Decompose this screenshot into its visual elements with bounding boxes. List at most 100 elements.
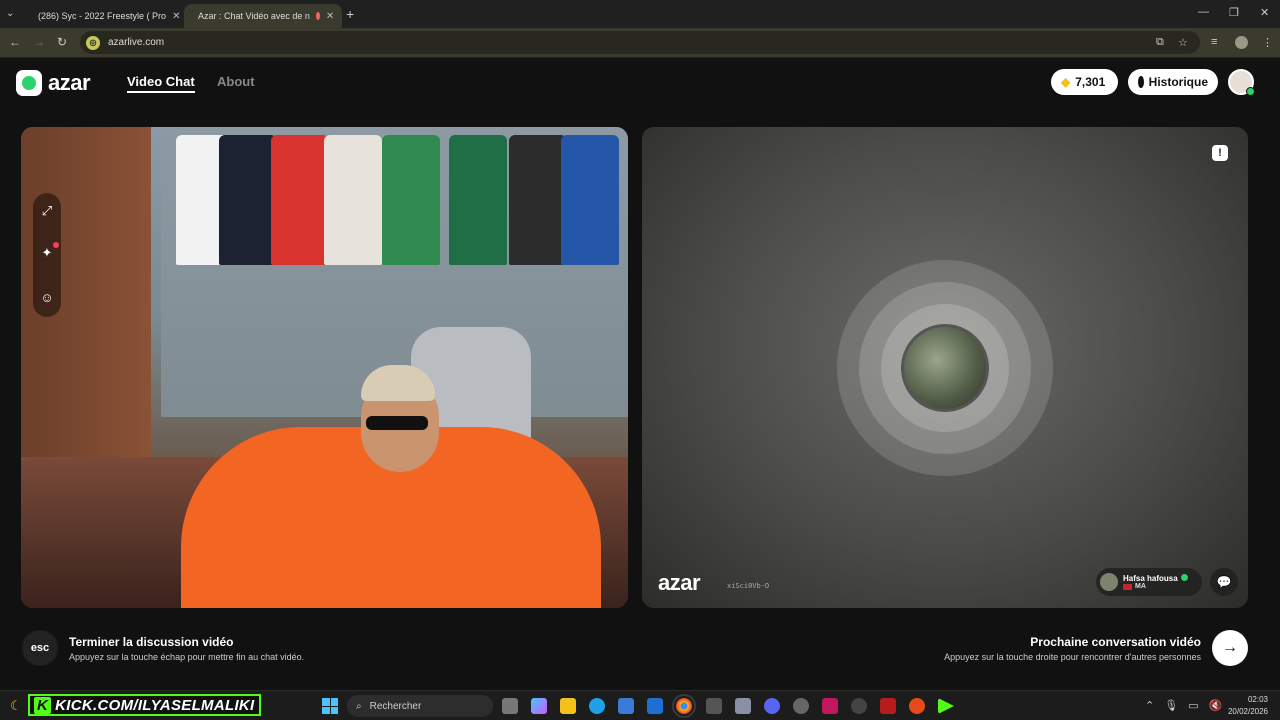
task-view-icon[interactable]	[502, 698, 518, 714]
mail-icon[interactable]	[647, 698, 663, 714]
kick-logo-icon: K	[34, 696, 52, 714]
system-tray: ⌃ 🎙 ▭ 🔇	[1145, 699, 1222, 712]
face-filter-icon[interactable]: ☺	[39, 289, 55, 305]
peer-name: Hafsa hafousa	[1123, 574, 1178, 583]
history-button[interactable]: Historique	[1128, 69, 1218, 95]
local-video-panel	[21, 127, 628, 608]
edge-icon[interactable]	[589, 698, 605, 714]
discord-icon[interactable]	[764, 698, 780, 714]
remote-azar-watermark: azar	[658, 570, 701, 595]
gems-count: 7,301	[1075, 75, 1106, 89]
reload-icon[interactable]: ↻	[57, 35, 67, 49]
profile-avatar-icon[interactable]	[1235, 36, 1248, 49]
url-field[interactable]: ◎ azarlive.com	[80, 31, 1200, 54]
microphone-icon[interactable]: 🎙	[1164, 699, 1178, 712]
clock-date: 20/02/2026	[1227, 707, 1268, 716]
report-shield-icon[interactable]: !	[1212, 145, 1228, 161]
nav-about[interactable]: About	[217, 74, 255, 89]
end-chat-title: Terminer la discussion vidéo	[69, 635, 234, 649]
app-a-icon[interactable]	[822, 698, 838, 714]
site-info-icon[interactable]: ◎	[86, 35, 100, 50]
minimize-icon[interactable]: —	[1198, 6, 1209, 18]
chat-bubble-button[interactable]: 💬	[1210, 568, 1238, 596]
notification-dot	[53, 242, 59, 248]
browser-tab-youtube[interactable]: (286) Syc - 2022 Freestyle ( Pro ✕	[24, 4, 184, 28]
game-controller-icon[interactable]	[735, 698, 751, 714]
store-icon[interactable]	[618, 698, 634, 714]
azar-logo-icon	[16, 70, 42, 96]
recording-icon	[315, 12, 320, 20]
jersey-shape	[449, 135, 507, 265]
jersey-shape	[561, 135, 619, 265]
chat-bubble-icon: 💬	[1216, 575, 1232, 589]
ea-icon[interactable]	[909, 698, 925, 714]
jersey-shape	[509, 135, 567, 265]
next-chat-button[interactable]: →	[1212, 630, 1248, 666]
url-text: azarlive.com	[108, 37, 165, 48]
clock-time: 02:03	[1247, 695, 1268, 704]
next-chat-subtitle: Appuyez sur la touche droite pour rencon…	[944, 652, 1201, 662]
taskbar-search-placeholder: Rechercher	[369, 700, 422, 712]
video-sunglasses-shape	[366, 416, 428, 430]
copilot-icon[interactable]	[531, 698, 547, 714]
browser-tab-bar: ⌄ (286) Syc - 2022 Freestyle ( Pro ✕ Aza…	[0, 0, 1280, 28]
bookmark-star-icon[interactable]: ☆	[1178, 36, 1188, 49]
display-icon[interactable]: ▭	[1188, 699, 1198, 712]
kick-overlay-banner: K KICK.COM/ILYASELMALIKI	[28, 694, 261, 716]
gem-icon: ◆	[1061, 75, 1071, 89]
kick-overlay-text: KICK.COM/ILYASELMALIKI	[55, 696, 255, 714]
cast-icon[interactable]: ⧉	[1156, 36, 1164, 49]
next-chat-title: Prochaine conversation vidéo	[1030, 635, 1201, 649]
video-app-icon[interactable]	[880, 698, 896, 714]
steam-icon[interactable]	[793, 698, 809, 714]
kick-app-icon[interactable]	[938, 698, 954, 714]
snipping-tool-icon[interactable]	[706, 698, 722, 714]
chrome-icon[interactable]	[672, 694, 696, 718]
jersey-shape	[324, 135, 382, 265]
nav-video-chat[interactable]: Video Chat	[127, 74, 195, 93]
taskbar-clock[interactable]: 02:03 20/02/2026	[1222, 694, 1268, 718]
menu-dots-icon[interactable]: ⋮	[1262, 36, 1273, 49]
volume-muted-icon[interactable]: 🔇	[1209, 699, 1223, 712]
jersey-shape	[382, 135, 440, 265]
jersey-shape	[271, 135, 329, 265]
end-chat-esc-button[interactable]: esc	[22, 630, 58, 666]
session-code: xiSci0Vb-O	[727, 582, 770, 590]
country-flag-icon	[1123, 583, 1132, 590]
close-tab-icon[interactable]: ✕	[326, 11, 334, 22]
end-chat-subtitle: Appuyez sur la touche échap pour mettre …	[69, 652, 305, 662]
close-tab-icon[interactable]: ✕	[172, 11, 180, 22]
clock-icon	[1138, 76, 1144, 88]
back-arrow-icon[interactable]: ←	[9, 35, 21, 49]
close-window-icon[interactable]: ✕	[1260, 6, 1269, 19]
search-icon: ⌕	[356, 700, 362, 712]
remote-video-panel: ! azar xiSci0Vb-O Hafsa hafousa MA 💬	[642, 127, 1248, 608]
verified-badge-icon	[1180, 574, 1188, 581]
arrow-right-icon: →	[1222, 639, 1238, 656]
magic-wand-icon[interactable]: ✦	[39, 245, 55, 261]
tray-chevron-icon[interactable]: ⌃	[1145, 699, 1154, 712]
tab-search-chevron-icon[interactable]: ⌄	[6, 8, 14, 19]
logo-text: azar	[48, 70, 91, 95]
online-status-dot	[1246, 87, 1255, 96]
expand-icon[interactable]: ⤢	[39, 203, 55, 219]
file-explorer-icon[interactable]	[560, 698, 576, 714]
gems-balance-button[interactable]: ◆ 7,301	[1051, 69, 1118, 95]
azar-app: azar Video Chat About ◆ 7,301 Historique…	[0, 58, 1280, 690]
peer-info-card[interactable]: Hafsa hafousa MA	[1096, 568, 1202, 596]
new-tab-plus-icon[interactable]: +	[346, 6, 354, 22]
peer-avatar	[1100, 573, 1118, 591]
address-bar-row: ← → ↻ ◎ azarlive.com ⧉ ☆ ≡ ⋮	[0, 28, 1280, 58]
taskbar-search-box[interactable]: ⌕ Rechercher	[347, 695, 493, 717]
jersey-shape	[219, 135, 277, 265]
obs-icon[interactable]	[851, 698, 867, 714]
user-avatar[interactable]	[1228, 69, 1255, 96]
media-controls-icon[interactable]: ≡	[1211, 36, 1217, 48]
browser-tab-azar[interactable]: Azar : Chat Vidéo avec de n ✕	[184, 4, 342, 28]
weather-moon-icon[interactable]: ☾	[10, 698, 22, 714]
azar-logo[interactable]: azar	[16, 70, 91, 96]
windows-start-icon[interactable]	[322, 698, 338, 714]
forward-arrow-icon[interactable]: →	[33, 35, 45, 49]
restore-icon[interactable]: ❐	[1229, 6, 1239, 19]
video-tools-toolbar: ⤢ ✦ ☺	[33, 193, 61, 317]
